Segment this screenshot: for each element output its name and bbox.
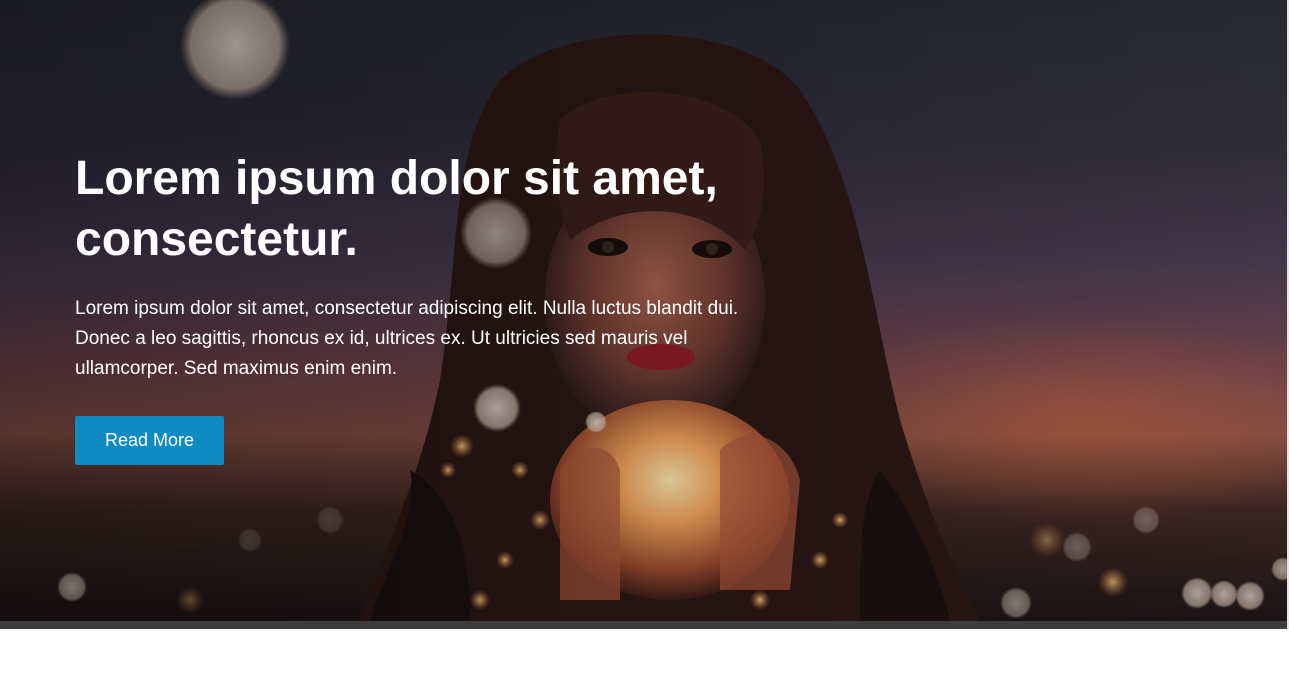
read-more-button[interactable]: Read More bbox=[75, 416, 224, 465]
hero-description: Lorem ipsum dolor sit amet, consectetur … bbox=[75, 298, 739, 379]
hero-title: Lorem ipsum dolor sit amet, consectetur. bbox=[75, 152, 718, 266]
hero-content: Lorem ipsum dolor sit amet, consectetur.… bbox=[75, 148, 765, 465]
hero-bottom-bar bbox=[0, 621, 1289, 629]
hero-banner: Lorem ipsum dolor sit amet, consectetur.… bbox=[0, 0, 1289, 621]
